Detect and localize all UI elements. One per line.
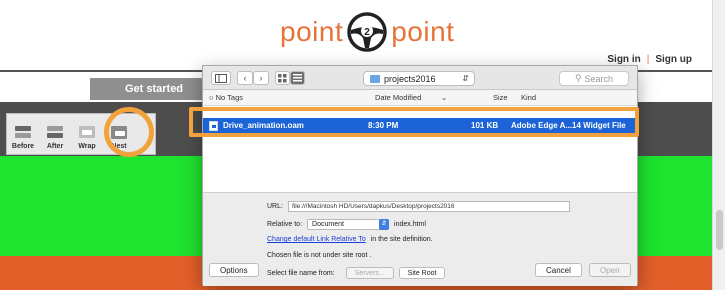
- change-default-link[interactable]: Change default Link Relative To: [267, 236, 366, 243]
- column-size-header[interactable]: Size: [493, 93, 508, 102]
- site-header: point 2 point Sign in | Sign up: [0, 0, 712, 70]
- icon-view-button[interactable]: [275, 71, 290, 85]
- page-scrollbar[interactable]: [712, 0, 725, 290]
- auth-links: Sign in | Sign up: [607, 54, 692, 65]
- dialog-toolbar: ‹ › projects2016 ⇵ ⚲ Search: [203, 66, 637, 90]
- toolbar-wrap-label: Wrap: [78, 143, 96, 150]
- relative-row: Relative to: Document ⇵ index.html: [267, 219, 426, 230]
- toolbar-after-button[interactable]: After: [39, 114, 71, 154]
- back-button[interactable]: ‹: [237, 71, 253, 85]
- insert-before-icon: [14, 126, 32, 140]
- grid-icon: [278, 73, 287, 82]
- toolbar-wrap-button[interactable]: Wrap: [71, 114, 103, 154]
- toolbar-after-label: After: [46, 143, 64, 150]
- site-root-button[interactable]: Site Root: [398, 267, 446, 279]
- wrap-icon: [78, 126, 96, 140]
- url-field[interactable]: file:///Macintosh HD/Users/dapkus/Deskto…: [287, 201, 570, 212]
- highlight-selected-file: [189, 107, 639, 137]
- url-label: URL:: [267, 203, 283, 210]
- select-file-dialog: ‹ › projects2016 ⇵ ⚲ Search ○ No Tags Da…: [202, 65, 638, 286]
- logo-word-left: point: [280, 16, 344, 47]
- scrollbar-thumb[interactable]: [716, 210, 723, 250]
- url-row: URL: file:///Macintosh HD/Users/dapkus/D…: [267, 201, 570, 212]
- chevron-left-icon: ‹: [243, 73, 247, 83]
- column-name-header[interactable]: ○ No Tags: [209, 93, 243, 102]
- relative-file: index.html: [394, 221, 426, 228]
- cancel-button[interactable]: Cancel: [535, 263, 582, 277]
- relative-label: Relative to:: [267, 221, 303, 228]
- folder-path-popup[interactable]: projects2016 ⇵: [363, 71, 475, 86]
- file-list-header: ○ No Tags Date Modified ⌄ Size Kind: [203, 90, 637, 106]
- sign-up-link[interactable]: Sign up: [655, 54, 692, 65]
- options-button[interactable]: Options: [209, 263, 259, 277]
- chevron-right-icon: ›: [259, 73, 263, 83]
- change-default-suffix: in the site definition.: [370, 236, 433, 243]
- logo-number: 2: [364, 27, 370, 38]
- chosen-file-note: Chosen file is not under site root .: [267, 252, 372, 259]
- folder-path-label: projects2016: [384, 73, 436, 84]
- column-date-header[interactable]: Date Modified: [375, 93, 421, 102]
- highlight-nest-button: [104, 107, 154, 157]
- select-from-label: Select file name from:: [267, 269, 335, 277]
- change-default-row: Change default Link Relative To in the s…: [267, 236, 433, 243]
- toolbar-before-label: Before: [11, 143, 35, 150]
- steering-wheel-icon: 2: [347, 12, 387, 52]
- sidebar-toggle-button[interactable]: [211, 71, 231, 85]
- forward-button[interactable]: ›: [253, 71, 269, 85]
- sign-in-link[interactable]: Sign in: [607, 54, 640, 65]
- search-field[interactable]: ⚲ Search: [559, 71, 629, 86]
- chosen-note-row: Chosen file is not under site root .: [267, 252, 371, 259]
- toolbar-before-button[interactable]: Before: [7, 114, 39, 154]
- search-icon: ⚲: [574, 73, 582, 83]
- open-button[interactable]: Open: [589, 263, 631, 277]
- relative-select[interactable]: Document ⇵: [307, 219, 390, 230]
- insert-after-icon: [46, 126, 64, 140]
- list-view-button[interactable]: [290, 71, 305, 85]
- list-icon: [293, 74, 302, 82]
- logo-word-right: point: [391, 16, 455, 47]
- sidebar-icon: [215, 73, 227, 83]
- folder-icon: [370, 74, 380, 83]
- select-from-row: Select file name from: Servers... Site R…: [267, 267, 446, 279]
- servers-button[interactable]: Servers...: [345, 267, 394, 279]
- chevron-updown-icon: ⇵: [379, 219, 390, 230]
- site-logo[interactable]: point 2 point: [280, 12, 454, 52]
- column-kind-header[interactable]: Kind: [521, 93, 536, 102]
- get-started-button[interactable]: Get started: [90, 78, 218, 100]
- auth-separator: |: [646, 54, 650, 65]
- search-placeholder: Search: [584, 73, 614, 84]
- chevron-updown-icon: ⇵: [462, 74, 469, 83]
- relative-select-value: Document: [312, 221, 344, 228]
- sort-chevron-icon: ⌄: [441, 93, 448, 102]
